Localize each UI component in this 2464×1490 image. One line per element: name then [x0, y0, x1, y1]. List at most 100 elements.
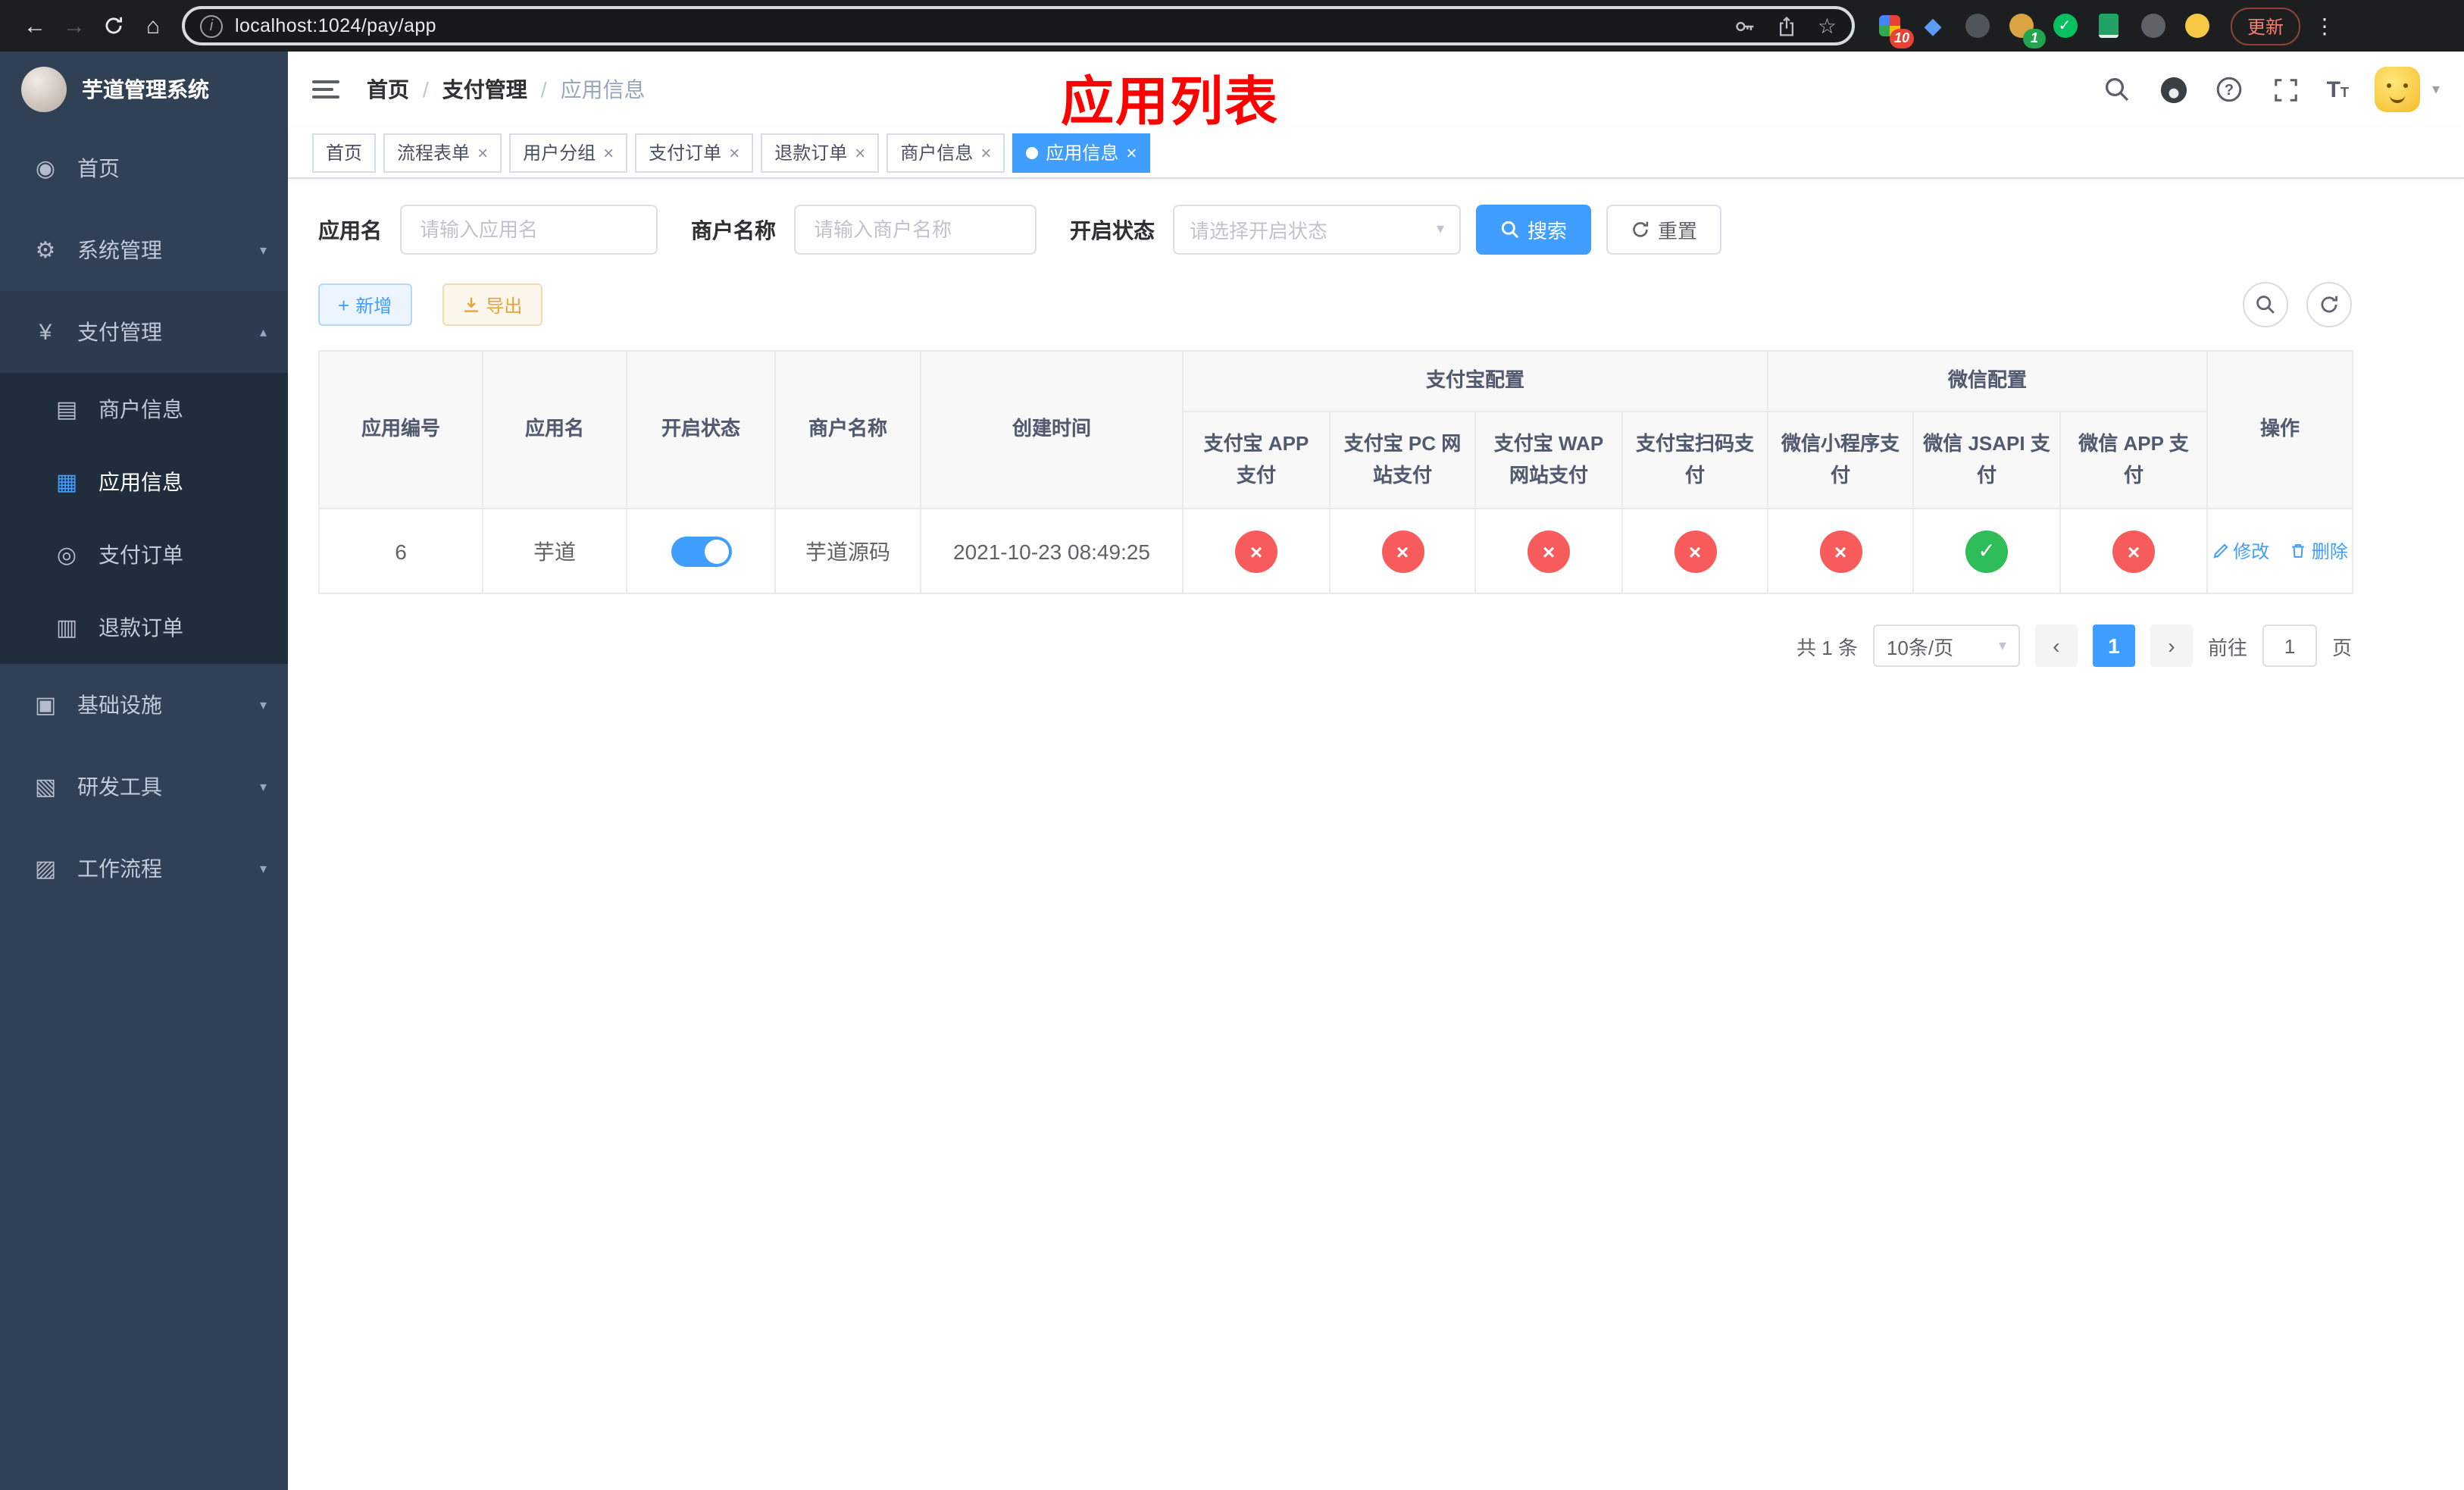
pin-glyph: [2140, 14, 2165, 38]
extension-hamster-icon[interactable]: 1: [2006, 11, 2046, 48]
tab-close-icon[interactable]: ×: [729, 143, 740, 161]
wx-app-status-icon: ×: [2112, 530, 2156, 572]
page-size-select[interactable]: 10条/页 ▾: [1872, 624, 2020, 667]
extension-docs-icon[interactable]: [2094, 11, 2123, 40]
sidebar-logo[interactable]: 芋道管理系统: [0, 52, 288, 127]
show-search-toggle-button[interactable]: [2243, 282, 2288, 327]
extension-colorful-icon[interactable]: 10: [1875, 11, 1914, 48]
alipay-wap-status-icon: ×: [1527, 530, 1570, 572]
sidebar-item-payment[interactable]: ¥ 支付管理 ▴: [0, 291, 288, 373]
col-group-alipay: 支付宝配置: [1181, 350, 1769, 412]
browser-menu-icon[interactable]: ⋮: [2314, 13, 2335, 39]
delete-link[interactable]: 删除: [2290, 538, 2348, 564]
extension-diamond-icon[interactable]: ◆: [1918, 11, 1947, 40]
help-icon[interactable]: ?: [2215, 74, 2245, 105]
site-info-icon[interactable]: i: [200, 14, 223, 37]
sidebar-item-infrastructure[interactable]: ▣ 基础设施 ▾: [0, 664, 288, 746]
page-unit-label: 页: [2331, 636, 2352, 659]
app-name-label: 应用名: [318, 218, 382, 242]
font-size-icon[interactable]: TT: [2327, 78, 2349, 101]
breadcrumb-current: 应用信息: [560, 77, 646, 102]
user-avatar[interactable]: [2374, 67, 2420, 112]
address-bar[interactable]: i localhost:1024/pay/app ☆: [182, 6, 1855, 45]
col-header-wx-jsapi: 微信 JSAPI 支付: [1912, 411, 2062, 509]
chevron-down-icon: ▾: [259, 860, 267, 875]
add-button-label: 新增: [355, 295, 392, 316]
table-row: 6 芋道 芋道源码 2021-10-23 08:49:25 × × × × × …: [318, 508, 2354, 594]
tab-merchant-info[interactable]: 商户信息 ×: [886, 133, 1005, 172]
tab-close-icon[interactable]: ×: [1126, 143, 1137, 161]
status-select[interactable]: 请选择开启状态 ▾: [1173, 205, 1461, 255]
merchant-name-input[interactable]: [796, 218, 1035, 241]
page-annotation-title: 应用列表: [1061, 73, 1280, 132]
search-icon[interactable]: [2103, 74, 2133, 105]
sidebar-item-refund-orders[interactable]: ▥ 退款订单: [0, 591, 288, 664]
goto-page-input[interactable]: [2262, 624, 2317, 667]
col-header-merchant: 商户名称: [774, 350, 921, 509]
export-button[interactable]: 导出: [442, 283, 543, 326]
sidebar-item-dev-tools[interactable]: ▧ 研发工具 ▾: [0, 746, 288, 828]
search-button[interactable]: 搜索: [1476, 205, 1592, 255]
app-name-input[interactable]: [402, 218, 656, 241]
sidebar-item-home[interactable]: ◉ 首页: [0, 127, 288, 209]
edit-link-label: 修改: [2233, 541, 2270, 562]
extension-green-check-icon[interactable]: ✓: [2050, 11, 2079, 40]
password-key-icon[interactable]: [1734, 14, 1757, 37]
tab-refund-orders[interactable]: 退款订单 ×: [761, 133, 880, 172]
browser-back-icon[interactable]: ←: [15, 6, 55, 45]
reset-button-label: 重置: [1658, 220, 1698, 243]
yen-icon: ¥: [39, 319, 52, 345]
tab-home[interactable]: 首页: [312, 133, 377, 172]
sidebar-item-app-info[interactable]: ▦ 应用信息: [0, 446, 288, 518]
refresh-table-button[interactable]: [2306, 282, 2352, 327]
tab-flow-form[interactable]: 流程表单 ×: [383, 133, 502, 172]
table-tools: [2243, 282, 2352, 327]
tab-close-icon[interactable]: ×: [603, 143, 614, 161]
bookmark-star-icon[interactable]: ☆: [1818, 13, 1837, 39]
extension-dark-icon[interactable]: [1962, 11, 1991, 40]
browser-forward-icon[interactable]: →: [55, 6, 94, 45]
delete-link-label: 删除: [2311, 541, 2348, 562]
extension-pin-icon[interactable]: [2138, 11, 2167, 40]
sidebar: 芋道管理系统 ◉ 首页 ⚙ 系统管理 ▾ ¥ 支付管理 ▴ ▤ 商户信息 ▦ 应…: [0, 52, 288, 1490]
breadcrumb-payment[interactable]: 支付管理: [442, 74, 527, 105]
cell-app-id: 6: [318, 508, 483, 594]
infra-icon: ▣: [34, 693, 57, 718]
breadcrumb-separator: /: [540, 77, 547, 102]
next-page-button[interactable]: ›: [2150, 624, 2193, 667]
cell-app-name: 芋道: [482, 508, 627, 594]
github-icon[interactable]: [2159, 74, 2189, 105]
tab-close-icon[interactable]: ×: [477, 143, 488, 161]
hamburger-icon[interactable]: [312, 80, 339, 99]
check-glyph: ✓: [2053, 14, 2077, 38]
tab-pay-orders[interactable]: 支付订单 ×: [635, 133, 754, 172]
tab-app-info-active[interactable]: 应用信息 ×: [1012, 133, 1151, 172]
browser-reload-icon[interactable]: [94, 6, 133, 45]
tab-close-icon[interactable]: ×: [855, 143, 865, 161]
add-button[interactable]: + 新增: [318, 283, 412, 326]
page-1-button[interactable]: 1: [2092, 624, 2135, 667]
col-header-alipay-pc: 支付宝 PC 网站支付: [1329, 411, 1476, 509]
enabled-toggle[interactable]: [671, 536, 731, 566]
wx-jsapi-status-icon: ✓: [1965, 530, 2009, 572]
sidebar-item-merchant-info[interactable]: ▤ 商户信息: [0, 373, 288, 446]
sidebar-item-system[interactable]: ⚙ 系统管理 ▾: [0, 209, 288, 291]
breadcrumb-home[interactable]: 首页: [367, 74, 409, 105]
extension-avatar-icon[interactable]: [2182, 11, 2211, 40]
cell-alipay-pc: ×: [1329, 508, 1476, 594]
extensions-area: 10 ◆ 1 ✓: [1875, 11, 2211, 48]
chrome-update-button[interactable]: 更新: [2231, 7, 2301, 45]
tab-user-group[interactable]: 用户分组 ×: [509, 133, 628, 172]
browser-home-icon[interactable]: ⌂: [133, 6, 173, 45]
sidebar-item-workflow[interactable]: ▨ 工作流程 ▾: [0, 828, 288, 909]
prev-page-button[interactable]: ‹: [2034, 624, 2078, 667]
breadcrumb-separator: /: [423, 77, 429, 102]
alipay-app-status-icon: ×: [1235, 530, 1277, 572]
fullscreen-icon[interactable]: [2271, 74, 2301, 105]
share-icon[interactable]: [1777, 14, 1798, 37]
sidebar-item-pay-orders[interactable]: ◎ 支付订单: [0, 518, 288, 591]
url-text: localhost:1024/pay/app: [235, 15, 436, 36]
tab-close-icon[interactable]: ×: [980, 143, 991, 161]
edit-link[interactable]: 修改: [2212, 538, 2269, 564]
reset-button[interactable]: 重置: [1606, 205, 1722, 255]
